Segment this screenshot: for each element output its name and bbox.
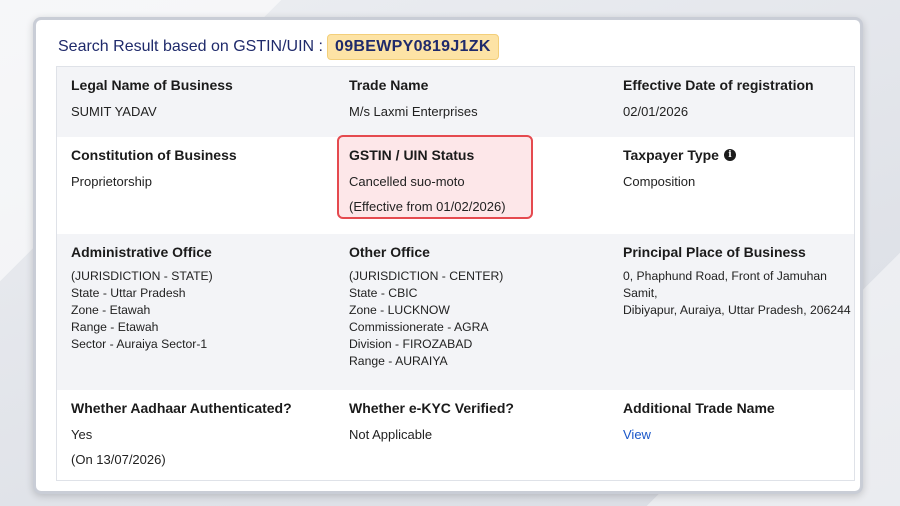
other-office-line: Zone - LUCKNOW [349, 303, 450, 317]
effective-date-label: Effective Date of registration [623, 77, 814, 93]
taxpayer-type-value: Composition [623, 174, 696, 189]
details-row-4: Whether Aadhaar Authenticated? Yes (On 1… [57, 390, 854, 480]
status-effective-date: (Effective from 01/02/2026) [349, 199, 506, 214]
principal-place-line: Dibiyapur, Auraiya, Uttar Pradesh, 20624… [623, 303, 851, 317]
details-row-1: Legal Name of Business SUMIT YADAV Trade… [57, 67, 854, 137]
principal-place-label: Principal Place of Business [623, 244, 806, 260]
admin-office-line: (JURISDICTION - STATE) [71, 269, 213, 283]
search-result-label: Search Result based on GSTIN/UIN : [58, 38, 323, 55]
taxpayer-type-label: Taxpayer Type [623, 147, 719, 163]
search-result-card: Search Result based on GSTIN/UIN : 09BEW… [33, 17, 863, 494]
legal-name-label: Legal Name of Business [71, 77, 233, 93]
taxpayer-type-label-row: Taxpayer Type i [623, 147, 736, 163]
admin-office-line: State - Uttar Pradesh [71, 286, 186, 300]
status-label: GSTIN / UIN Status [349, 147, 475, 163]
other-office-line: State - CBIC [349, 286, 418, 300]
admin-office-line: Zone - Etawah [71, 303, 151, 317]
aadhaar-cell: Whether Aadhaar Authenticated? Yes (On 1… [71, 390, 292, 468]
effective-date-value: 02/01/2026 [623, 104, 689, 119]
additional-trade-cell: Additional Trade Name View [623, 390, 775, 443]
constitution-label: Constitution of Business [71, 147, 237, 163]
ekyc-label: Whether e-KYC Verified? [349, 400, 514, 416]
legal-name-cell: Legal Name of Business SUMIT YADAV [71, 67, 233, 120]
legal-name-value: SUMIT YADAV [71, 104, 157, 119]
gstin-value: 09BEWPY0819J1ZK [327, 34, 499, 60]
details-row-2: Constitution of Business Proprietorship … [57, 135, 854, 234]
other-office-lines: (JURISDICTION - CENTER) State - CBIC Zon… [349, 268, 503, 370]
taxpayer-type-cell: Taxpayer Type i Composition [623, 137, 736, 190]
trade-name-value: M/s Laxmi Enterprises [349, 104, 478, 119]
principal-place-lines: 0, Phaphund Road, Front of Jamuhan Samit… [623, 268, 854, 319]
admin-office-line: Sector - Auraiya Sector-1 [71, 337, 208, 351]
other-office-line: (JURISDICTION - CENTER) [349, 269, 504, 283]
constitution-value: Proprietorship [71, 174, 152, 189]
other-office-line: Commissionerate - AGRA [349, 320, 489, 334]
additional-trade-value: View [623, 426, 775, 443]
principal-place-cell: Principal Place of Business 0, Phaphund … [623, 234, 854, 319]
view-additional-trade-link[interactable]: View [623, 427, 651, 442]
admin-office-label: Administrative Office [71, 244, 212, 260]
effective-date-cell: Effective Date of registration 02/01/202… [623, 67, 814, 120]
search-result-header: Search Result based on GSTIN/UIN : 09BEW… [58, 34, 499, 60]
other-office-cell: Other Office (JURISDICTION - CENTER) Sta… [349, 234, 503, 370]
admin-office-lines: (JURISDICTION - STATE) State - Uttar Pra… [71, 268, 213, 353]
aadhaar-date: (On 13/07/2026) [71, 452, 166, 467]
ekyc-value: Not Applicable [349, 427, 433, 442]
info-icon[interactable]: i [723, 149, 736, 161]
other-office-line: Range - AURAIYA [349, 354, 448, 368]
aadhaar-label: Whether Aadhaar Authenticated? [71, 400, 292, 416]
admin-office-line: Range - Etawah [71, 320, 159, 334]
ekyc-cell: Whether e-KYC Verified? Not Applicable [349, 390, 514, 443]
taxpayer-details-grid: Legal Name of Business SUMIT YADAV Trade… [56, 66, 855, 481]
aadhaar-value: Yes [71, 427, 93, 442]
status-value: Cancelled suo-moto [349, 174, 465, 189]
trade-name-cell: Trade Name M/s Laxmi Enterprises [349, 67, 478, 120]
other-office-label: Other Office [349, 244, 430, 260]
status-cell: GSTIN / UIN Status Cancelled suo-moto (E… [337, 135, 533, 219]
admin-office-cell: Administrative Office (JURISDICTION - ST… [71, 234, 213, 353]
details-row-3: Administrative Office (JURISDICTION - ST… [57, 234, 854, 390]
other-office-line: Division - FIROZABAD [349, 337, 473, 351]
principal-place-line: 0, Phaphund Road, Front of Jamuhan Samit… [623, 269, 827, 300]
trade-name-label: Trade Name [349, 77, 429, 93]
constitution-cell: Constitution of Business Proprietorship [71, 137, 237, 190]
additional-trade-label: Additional Trade Name [623, 400, 775, 416]
